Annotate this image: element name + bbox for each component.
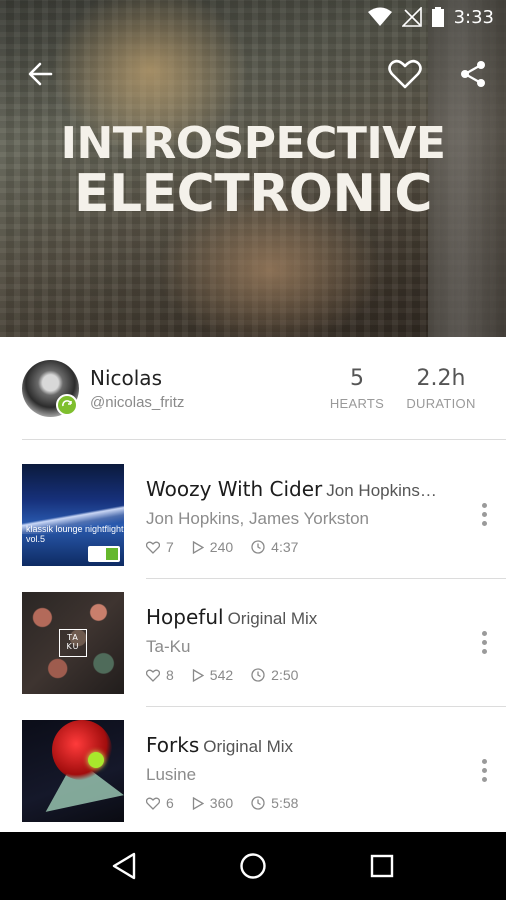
track-title-line: Woozy With Cider Jon Hopkins… <box>146 477 456 501</box>
track-plays: 542 <box>192 667 233 683</box>
track-duration: 5:58 <box>251 795 298 811</box>
play-icon <box>192 668 204 682</box>
track-plays: 360 <box>192 795 233 811</box>
track-more-button[interactable] <box>474 624 494 660</box>
playlist-title-line1: INTROSPECTIVE <box>60 118 446 169</box>
hearts-label: HEARTS <box>329 396 385 411</box>
circle-home-icon <box>240 853 266 879</box>
cover-text: klassik lounge nightflight vol.5 <box>26 524 124 545</box>
track-row[interactable]: Forks Original Mix Lusine 6 360 5:58 <box>0 706 506 834</box>
share-icon <box>461 61 485 87</box>
hearts-stat: 5 HEARTS <box>324 366 390 411</box>
status-time: 3:33 <box>453 6 494 28</box>
track-more-button[interactable] <box>474 496 494 532</box>
cover-text: TA KU <box>59 629 87 657</box>
profile-divider <box>22 439 506 440</box>
system-nav-bar <box>0 832 506 900</box>
track-title: Forks <box>146 733 200 757</box>
playlist-hero-image: INTROSPECTIVE ELECTRONIC <box>0 0 506 337</box>
track-title-line: Forks Original Mix <box>146 733 456 757</box>
track-title-line: Hopeful Original Mix <box>146 605 456 629</box>
track-row[interactable]: TA KU Hopeful Original Mix Ta-Ku 8 542 2:… <box>0 578 506 706</box>
refresh-icon <box>62 400 72 407</box>
track-more-button[interactable] <box>474 752 494 788</box>
track-meta: 6 360 5:58 <box>146 795 316 811</box>
track-artist: Jon Hopkins, James Yorkston <box>146 509 370 528</box>
wifi-icon <box>367 7 392 26</box>
duration-stat: 2.2h DURATION <box>402 366 480 411</box>
duration-value: 2.2h <box>416 366 466 391</box>
curator-handle: @nicolas_fritz <box>90 394 185 411</box>
track-title: Woozy With Cider <box>146 477 323 501</box>
track-artist: Lusine <box>146 765 197 784</box>
heart-icon <box>146 797 160 810</box>
hearts-count: 5 <box>350 366 364 391</box>
cover-shape <box>88 752 104 768</box>
track-duration: 2:50 <box>251 667 298 683</box>
heart-icon <box>146 669 160 682</box>
cover-shape <box>52 720 112 780</box>
duration-label: DURATION <box>406 396 476 411</box>
favorite-button[interactable] <box>387 56 423 92</box>
track-subtitle: Original Mix <box>227 609 318 628</box>
square-recents-icon <box>370 854 393 878</box>
track-meta: 7 240 4:37 <box>146 539 316 555</box>
track-meta: 8 542 2:50 <box>146 667 316 683</box>
battery-icon <box>431 7 444 27</box>
arrow-left-icon <box>28 62 53 86</box>
play-icon <box>192 540 204 554</box>
track-duration: 4:37 <box>251 539 298 555</box>
track-hearts: 6 <box>146 795 174 811</box>
playlist-title: INTROSPECTIVE ELECTRONIC <box>0 118 506 224</box>
no-signal-icon <box>401 7 422 27</box>
album-cover: TA KU <box>22 592 124 694</box>
clock-icon <box>251 796 265 810</box>
track-subtitle: Jon Hopkins… <box>326 481 437 500</box>
track-subtitle: Original Mix <box>203 737 294 756</box>
track-plays: 240 <box>192 539 233 555</box>
nav-back-button[interactable] <box>100 842 148 890</box>
nav-home-button[interactable] <box>229 842 277 890</box>
triangle-back-icon <box>113 852 136 880</box>
avatar-badge <box>56 394 78 416</box>
curator-name[interactable]: Nicolas <box>90 366 162 390</box>
heart-icon <box>146 541 160 554</box>
track-row[interactable]: klassik lounge nightflight vol.5 Woozy W… <box>0 450 506 578</box>
play-icon <box>192 796 204 810</box>
track-title: Hopeful <box>146 605 224 629</box>
back-button[interactable] <box>22 56 58 92</box>
track-artist: Ta-Ku <box>146 637 191 656</box>
status-bar: 3:33 <box>0 0 506 34</box>
clock-icon <box>251 668 265 682</box>
cover-logo <box>88 546 120 562</box>
track-hearts: 8 <box>146 667 174 683</box>
clock-icon <box>251 540 265 554</box>
share-button[interactable] <box>455 56 491 92</box>
album-cover: klassik lounge nightflight vol.5 <box>22 464 124 566</box>
nav-recents-button[interactable] <box>358 842 406 890</box>
playlist-title-line2: ELECTRONIC <box>73 164 433 224</box>
album-cover <box>22 720 124 822</box>
heart-outline-icon <box>388 59 422 89</box>
track-hearts: 7 <box>146 539 174 555</box>
curator-profile: Nicolas @nicolas_fritz 5 HEARTS 2.2h DUR… <box>0 338 506 440</box>
